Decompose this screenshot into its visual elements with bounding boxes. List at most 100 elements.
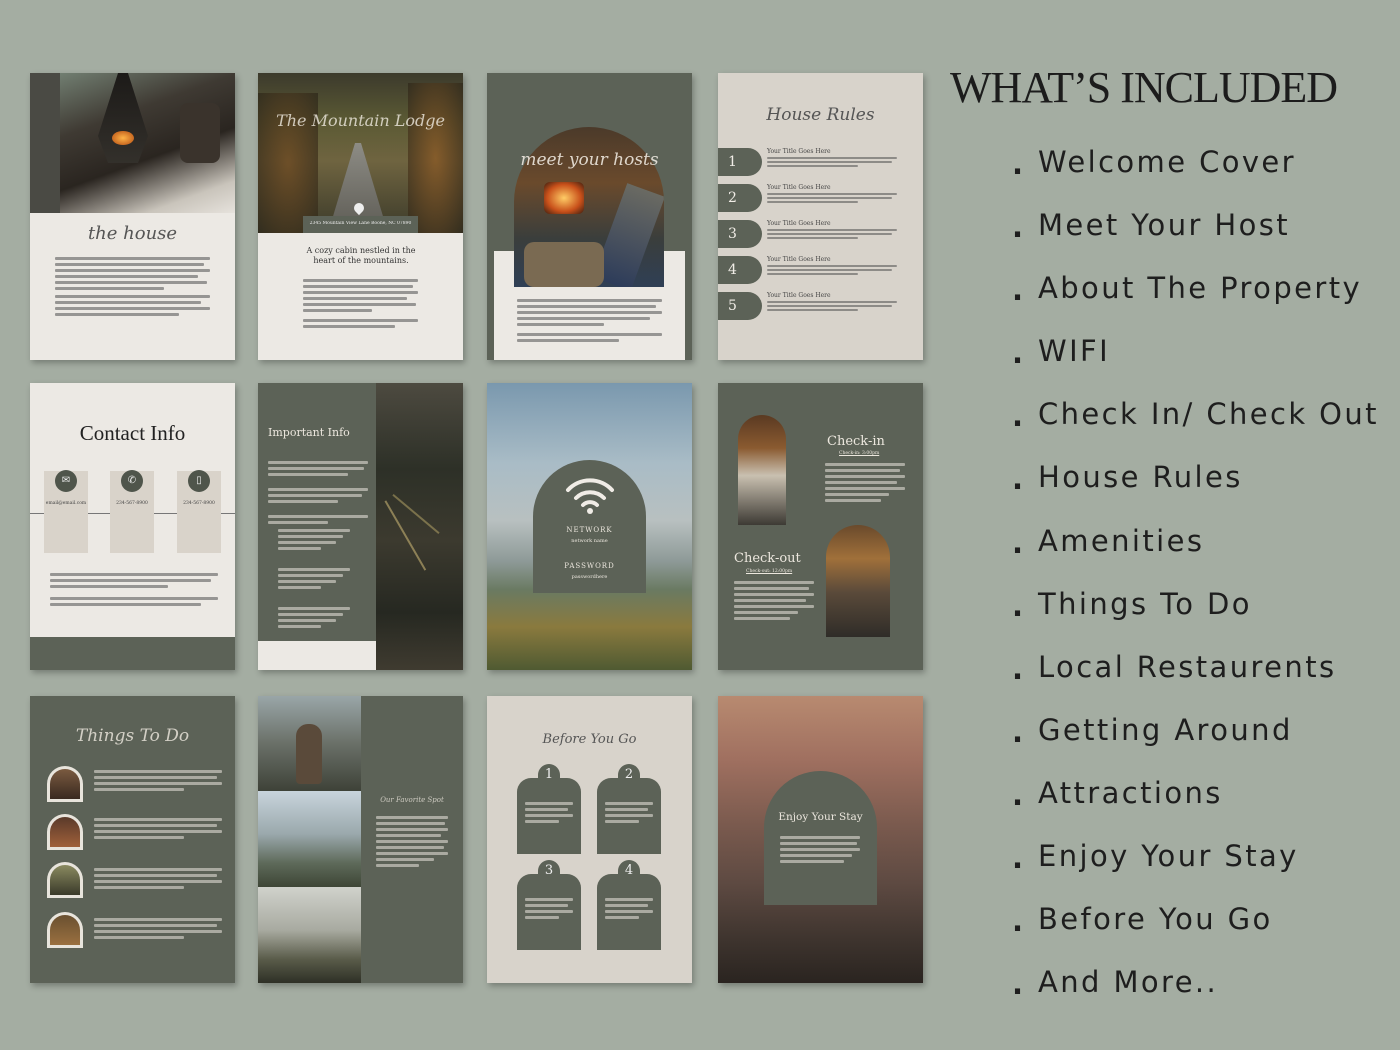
things-text-2 xyxy=(94,818,222,842)
contact-title: Contact Info xyxy=(79,421,186,445)
rule-number: 2 xyxy=(718,184,762,212)
bullet-dot: . xyxy=(1012,777,1026,812)
password-label: PASSWORD xyxy=(564,562,615,570)
things-text-1 xyxy=(94,770,222,794)
mail-icon: ✉ xyxy=(55,470,77,492)
before-box-4: 4 xyxy=(597,860,661,950)
activity-photo-2 xyxy=(47,814,83,850)
page-favorite-spot[interactable]: Our Favorite Spot xyxy=(258,696,463,983)
things-title: Things To Do xyxy=(75,726,190,746)
rule-number: 4 xyxy=(718,256,762,284)
hosts-body-text-2 xyxy=(517,333,662,345)
activity-photo-1 xyxy=(47,766,83,802)
spot-body-text xyxy=(376,816,448,870)
rule-title: Your Title Goes Here xyxy=(767,184,831,191)
bullet-dot: . xyxy=(1012,651,1026,686)
bullet-dot: . xyxy=(1012,147,1026,181)
before-num-3: 3 xyxy=(538,860,560,880)
before-box-1: 1 xyxy=(517,764,581,854)
included-item-label: Welcome Cover xyxy=(1038,145,1296,179)
included-item-label: Attractions xyxy=(1038,775,1223,810)
included-item: . And More.. xyxy=(1012,965,1379,1028)
included-item: . Getting Around xyxy=(1012,713,1379,776)
hosts-title: meet your hosts xyxy=(520,150,659,170)
contact-body-text-2 xyxy=(50,597,218,609)
checkout-title: Check-out xyxy=(734,551,801,566)
wifi-icon xyxy=(565,475,615,515)
rule-number: 5 xyxy=(718,292,762,320)
included-item-label: Local Restaurents xyxy=(1038,649,1337,684)
included-item-label: Getting Around xyxy=(1038,712,1293,747)
activity-photo-4 xyxy=(47,912,83,948)
bullet-dot: . xyxy=(1012,210,1026,245)
page-things-to-do[interactable]: Things To Do xyxy=(30,696,235,983)
rules-title: House Rules xyxy=(766,105,875,125)
page-welcome-cover[interactable]: The Mountain Lodge 2345 Mountain View La… xyxy=(258,73,463,360)
bullet-dot: . xyxy=(1012,841,1026,876)
included-item: . Before You Go xyxy=(1012,902,1379,965)
included-list: . Welcome Cover. Meet Your Host. About The … xyxy=(1012,145,1379,1028)
phone-text: 234-567-8900 xyxy=(116,501,148,506)
included-item: . House Rules xyxy=(1012,460,1379,523)
included-item-label: About The Property xyxy=(1038,271,1363,306)
included-item: . Meet Your Host xyxy=(1012,208,1379,271)
password-value: passwordhere xyxy=(571,574,608,580)
lodge-tagline: A cozy cabin nestled in the heart of the… xyxy=(306,246,416,265)
rule-title: Your Title Goes Here xyxy=(767,148,831,155)
page-the-house[interactable]: the house xyxy=(30,73,235,360)
bullet-dot: . xyxy=(1012,462,1026,497)
page-meet-your-host[interactable]: meet your hosts xyxy=(487,73,692,360)
included-item: . About The Property xyxy=(1012,271,1379,334)
cabin-interior-photo-1 xyxy=(738,415,786,525)
rule-title: Your Title Goes Here xyxy=(767,256,831,263)
things-text-4 xyxy=(94,918,222,942)
bullet-dot: . xyxy=(1012,588,1026,623)
included-item-label: Check In/ Check Out xyxy=(1038,397,1379,432)
important-body-text xyxy=(268,461,368,527)
page-check-in-out[interactable]: Check-in Check-in: 3:00pm Check-out Chec… xyxy=(718,383,923,670)
rule-row: 2 Your Title Goes Here xyxy=(718,184,923,212)
house-body-text xyxy=(55,257,210,293)
checkin-time: Check-in: 3:00pm xyxy=(839,451,880,456)
contact-body-text xyxy=(50,573,218,591)
contact-footer-band xyxy=(30,637,235,670)
page-contact-info[interactable]: Contact Info ✉ ✆ ▯ email@email.com 234-5… xyxy=(30,383,235,670)
whats-included-heading: WHAT’S INCLUDED xyxy=(950,63,1338,112)
included-item: . Attractions xyxy=(1012,776,1379,839)
bullet-dot: . xyxy=(1012,904,1026,939)
checkin-body-text xyxy=(825,463,905,505)
included-item-label: Meet Your Host xyxy=(1038,208,1291,243)
important-title: Important Info xyxy=(268,426,350,439)
rule-row: 5 Your Title Goes Here xyxy=(718,292,923,320)
before-box-2: 2 xyxy=(597,764,661,854)
included-item: . Welcome Cover xyxy=(1012,145,1379,208)
included-item-label: House Rules xyxy=(1038,460,1243,495)
lodge-body-text xyxy=(303,279,418,315)
lodge-address: 2345 Mountain View Lane Boone, NC 07890 xyxy=(309,221,412,226)
activity-photo-3 xyxy=(47,862,83,898)
rule-row: 1 Your Title Goes Here xyxy=(718,148,923,176)
pine-branch-photo xyxy=(376,383,463,670)
hiker-photo xyxy=(258,696,361,791)
lodge-body-text-2 xyxy=(303,319,418,331)
before-title: Before You Go xyxy=(542,732,637,747)
bullet-dot: . xyxy=(1012,714,1026,749)
page-important-info[interactable]: Important Info xyxy=(258,383,463,670)
included-item-label: Things To Do xyxy=(1038,586,1252,621)
rule-row: 3 Your Title Goes Here xyxy=(718,220,923,248)
page-before-you-go[interactable]: Before You Go 1 2 3 4 xyxy=(487,696,692,983)
included-item-label: And More.. xyxy=(1038,965,1219,1000)
checkout-body-text xyxy=(734,581,814,623)
network-label: NETWORK xyxy=(566,526,613,534)
email-text: email@email.com xyxy=(45,501,87,506)
page-enjoy-your-stay[interactable]: Enjoy Your Stay xyxy=(718,696,923,983)
page-house-rules[interactable]: House Rules 1 Your Title Goes Here 2 Your T… xyxy=(718,73,923,360)
important-bullets xyxy=(278,529,350,631)
page-wifi[interactable]: NETWORK network name PASSWORD passwordhe… xyxy=(487,383,692,670)
rule-number: 3 xyxy=(718,220,762,248)
checkin-title: Check-in xyxy=(827,434,885,449)
important-footer-band xyxy=(258,641,376,670)
lodge-title: The Mountain Lodge xyxy=(276,111,445,130)
included-item: . Things To Do xyxy=(1012,587,1379,650)
bullet-dot: . xyxy=(1012,336,1026,371)
